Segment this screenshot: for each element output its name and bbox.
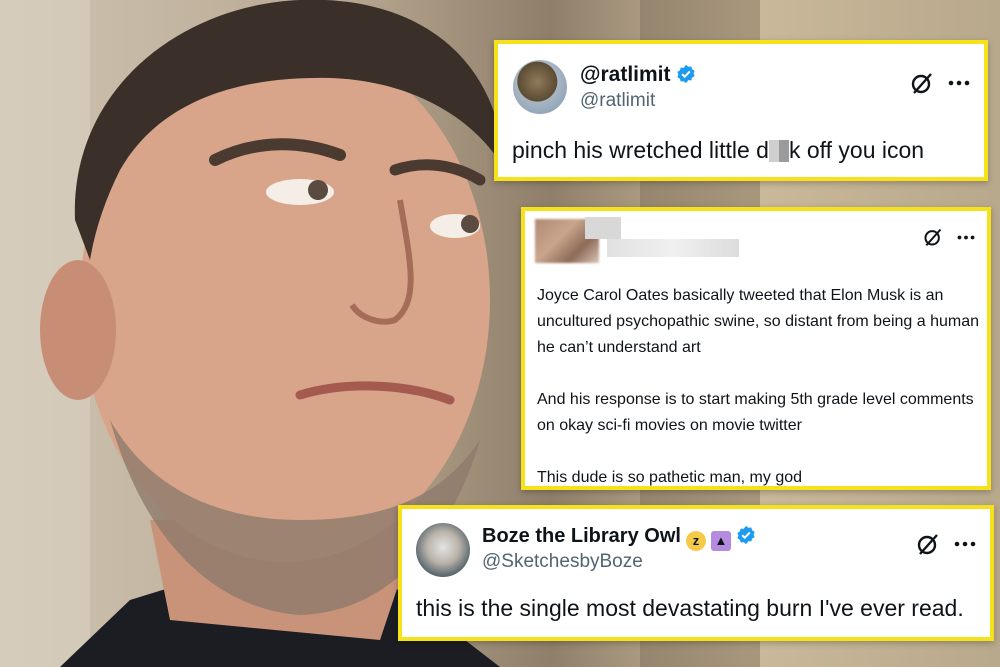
user-handle[interactable]: @SketchesbyBoze bbox=[482, 551, 643, 573]
more-options-icon[interactable] bbox=[957, 235, 975, 240]
redacted-name-block bbox=[585, 217, 621, 239]
tweet-paragraph: And his response is to start making 5th … bbox=[537, 391, 974, 434]
tweet-text: this is the single most devastating burn… bbox=[416, 595, 964, 621]
tweet-paragraph: Joyce Carol Oates basically tweeted that… bbox=[537, 287, 980, 356]
grok-icon[interactable] bbox=[923, 227, 943, 247]
grok-icon[interactable] bbox=[910, 71, 934, 95]
verified-badge-icon bbox=[676, 64, 695, 84]
display-name[interactable]: @ratlimit bbox=[580, 63, 696, 87]
avatar[interactable] bbox=[416, 523, 470, 577]
tweet-card-redacted[interactable]: Joyce Carol Oates basically tweeted that… bbox=[521, 207, 991, 490]
tweet-text: Joyce Carol Oates basically tweeted that… bbox=[537, 283, 983, 491]
redacted-handle bbox=[607, 239, 739, 257]
display-name-text[interactable]: @ratlimit bbox=[580, 63, 671, 86]
user-handle[interactable]: @ratlimit bbox=[580, 90, 655, 112]
tweet-card-sketchesbyboze[interactable]: Boze the Library Owl z ▲ @SketchesbyBoze t… bbox=[398, 505, 994, 641]
tweet-actions bbox=[910, 71, 970, 95]
display-name[interactable]: Boze the Library Owl z ▲ bbox=[482, 525, 756, 551]
tweet-text: pinch his wretched little dk off you ico… bbox=[512, 137, 925, 163]
tweet-card-ratlimit[interactable]: @ratlimit @ratlimit pinch his wretched l… bbox=[494, 40, 988, 181]
tweet-paragraph: This dude is so pathetic man, my god bbox=[537, 469, 803, 486]
tweet-actions bbox=[916, 532, 976, 556]
verified-badge-icon bbox=[737, 525, 755, 545]
more-options-icon[interactable] bbox=[954, 541, 976, 547]
censor-block bbox=[768, 140, 789, 162]
mage-icon: ▲ bbox=[710, 531, 731, 551]
more-options-icon[interactable] bbox=[948, 80, 970, 86]
tweet-actions bbox=[923, 227, 975, 247]
grok-icon[interactable] bbox=[916, 532, 940, 556]
avatar[interactable] bbox=[513, 60, 567, 114]
sleeping-face-icon: z bbox=[685, 531, 706, 551]
display-name-text[interactable]: Boze the Library Owl bbox=[482, 525, 681, 547]
